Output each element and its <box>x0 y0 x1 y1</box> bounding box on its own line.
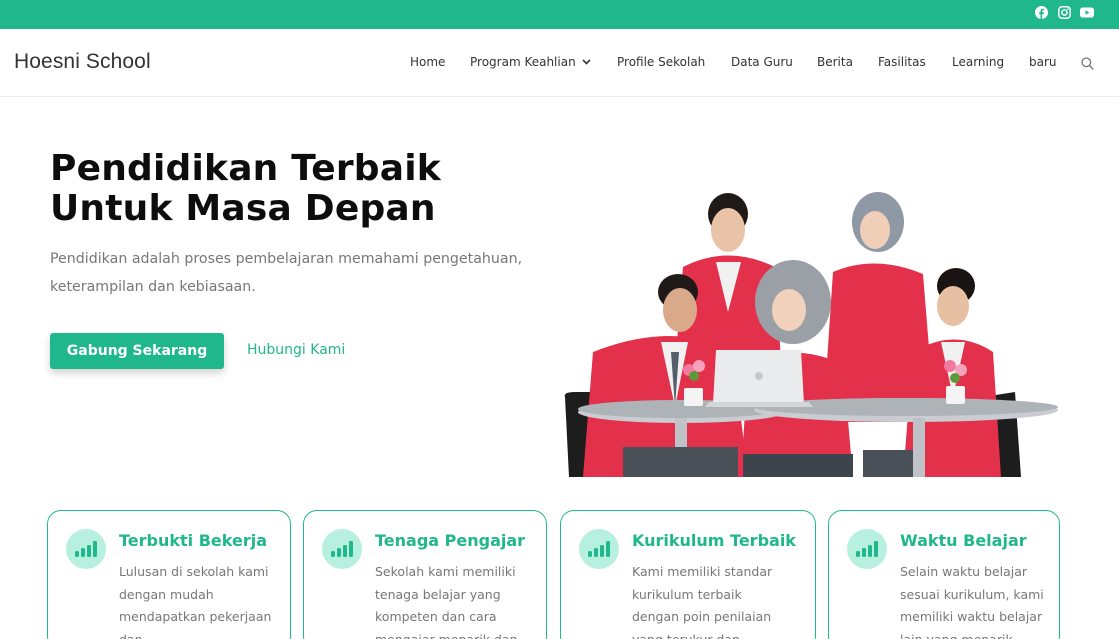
signal-bars-icon <box>322 529 362 569</box>
chevron-down-icon <box>582 59 591 65</box>
nav-profile-sekolah[interactable]: Profile Sekolah <box>617 55 705 69</box>
hero-title-line-2: Untuk Masa Depan <box>50 188 436 229</box>
nav-home-label: Home <box>410 55 446 69</box>
nav-home[interactable]: Home <box>410 55 445 69</box>
site-logo[interactable]: Hoesni School <box>14 50 151 74</box>
hero-students-image <box>564 192 1058 477</box>
hero-title: Pendidikan Terbaik Untuk Masa Depan <box>50 149 441 229</box>
facebook-icon[interactable] <box>1034 5 1048 19</box>
top-bar <box>0 0 1119 29</box>
contact-us-link[interactable]: Hubungi Kami <box>247 342 345 358</box>
nav-berita[interactable]: Berita <box>817 55 853 69</box>
nav-fasilitas[interactable]: Fasilitas <box>878 55 926 69</box>
feature-card-tenaga-pengajar: Tenaga Pengajar Sekolah kami memiliki te… <box>303 510 547 639</box>
youtube-icon[interactable] <box>1080 5 1094 19</box>
nav-berita-label: Berita <box>817 55 853 69</box>
nav-program-keahlian-label: Program Keahlian <box>470 55 576 69</box>
feature-card-waktu-belajar: Waktu Belajar Selain waktu belajar sesua… <box>828 510 1060 639</box>
nav-learning-label: Learning <box>952 55 1005 69</box>
feature-text: Sekolah kami memiliki tenaga belajar yan… <box>375 564 518 639</box>
feature-text: Selain waktu belajar sesuai kurikulum, k… <box>900 564 1044 639</box>
hero-title-line-1: Pendidikan Terbaik <box>50 148 441 189</box>
join-now-button[interactable]: Gabung Sekarang <box>50 333 224 369</box>
feature-title: Waktu Belajar <box>900 531 1027 550</box>
instagram-icon[interactable] <box>1057 5 1071 19</box>
nav-profile-sekolah-label: Profile Sekolah <box>617 55 706 69</box>
signal-bars-icon <box>847 529 887 569</box>
nav-program-keahlian[interactable]: Program Keahlian <box>470 55 591 69</box>
nav-fasilitas-label: Fasilitas <box>878 55 926 69</box>
search-icon <box>1081 57 1094 70</box>
site-header: Hoesni School Home Program Keahlian Prof… <box>0 29 1119 97</box>
feature-card-kurikulum-terbaik: Kurikulum Terbaik Kami memiliki standar … <box>560 510 816 639</box>
nav-baru[interactable]: baru <box>1029 55 1057 69</box>
feature-title: Terbukti Bekerja <box>119 531 267 550</box>
feature-card-terbukti-bekerja: Terbukti Bekerja Lulusan di sekolah kami… <box>47 510 291 639</box>
nav-baru-label: baru <box>1029 55 1057 69</box>
signal-bars-icon <box>579 529 619 569</box>
search-button[interactable] <box>1081 55 1095 70</box>
nav-learning[interactable]: Learning <box>952 55 1004 69</box>
feature-title: Kurikulum Terbaik <box>632 531 796 550</box>
feature-title: Tenaga Pengajar <box>375 531 526 550</box>
nav-data-guru[interactable]: Data Guru <box>731 55 793 69</box>
hero-subtitle: Pendidikan adalah proses pembelajaran me… <box>50 251 523 295</box>
signal-bars-icon <box>66 529 106 569</box>
nav-data-guru-label: Data Guru <box>731 55 793 69</box>
feature-text: Kami memiliki standar kurikulum terbaik … <box>632 564 773 639</box>
feature-text: Lulusan di sekolah kami dengan mudah men… <box>119 564 272 639</box>
